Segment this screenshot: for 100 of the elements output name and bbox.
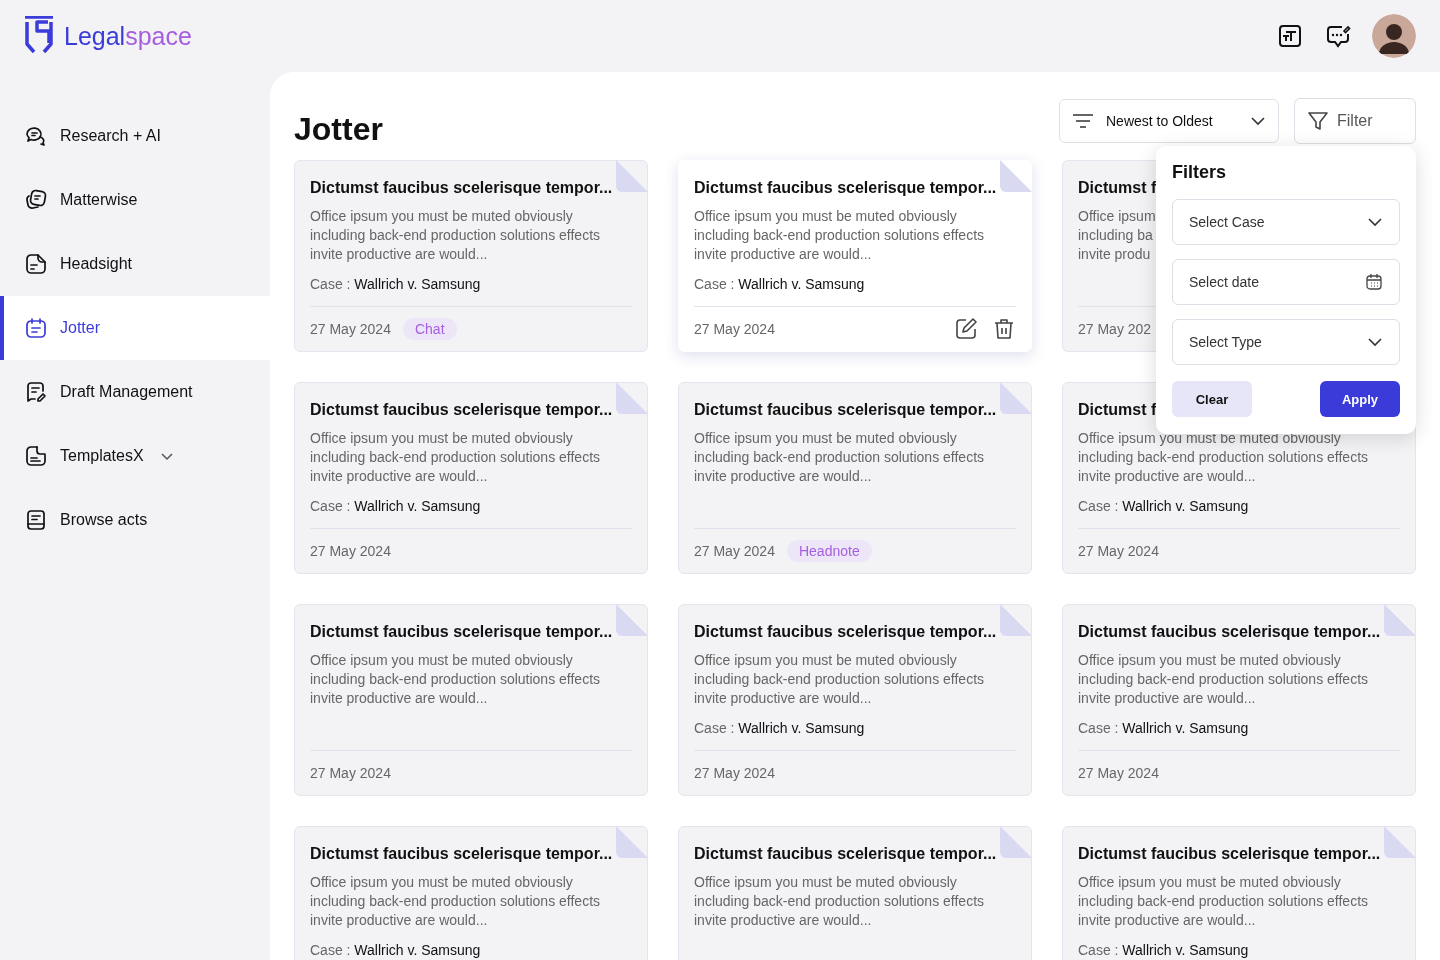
note-text: invite productive are would... [310, 689, 488, 708]
panel-title: Filters [1172, 162, 1228, 183]
nav-item[interactable]: Jotter [0, 296, 270, 360]
chat-bubbles-icon [24, 124, 48, 148]
note-text: including back-end production solutions effects [310, 892, 601, 911]
case-line: Case : Wallrich v. Samsung [1078, 719, 1250, 737]
page-fold [616, 604, 648, 636]
case-line: Case : Wallrich v. Samsung [310, 275, 482, 293]
note-text: invite productive are would... [694, 689, 872, 708]
nav-item[interactable]: Browse acts [0, 488, 270, 552]
note-card[interactable]: Dictumst faucibus scelerisque tempor... Office ipsum you must be muted obviously including back-end production solutions effects invite productive are would... Case : Wallrich v. Samsung 27 May 2024 [294, 382, 648, 574]
note-text: Office ipsum you must be muted obviously [310, 873, 573, 892]
note-text: including back-end production solutions effects [694, 226, 985, 245]
note-date: 27 May 2024 [1078, 543, 1159, 559]
nav-item[interactable]: Draft Management [0, 360, 270, 424]
page-fold [1384, 826, 1416, 858]
apply-button[interactable]: Apply [1320, 381, 1400, 417]
note-text: invite productive are would... [694, 467, 872, 486]
note-card[interactable] [294, 160, 648, 352]
template-icon [24, 444, 48, 468]
note-text: invite productive are would... [310, 245, 488, 264]
note-date: 27 May 2024 [694, 321, 775, 337]
note-text: including back-end production solutions effects [1078, 448, 1369, 467]
note-card[interactable]: Dictumst faucibus scelerisque tempor... Office ipsum you must be muted obviously including back-end production solutions effects invite productive are would... 27 May 2024 Headnote [678, 382, 1032, 574]
note-tag: Chat [402, 318, 457, 340]
note-card[interactable]: Dictumst faucibus scelerisque tempor... Office ipsum you must be muted obviously including back-end production solutions effects invite productive are would... Case : Wallrich v. Samsung [1062, 826, 1416, 960]
note-text: including back-end production solutions effects [1078, 670, 1369, 689]
note-cards-icon [24, 188, 48, 212]
note-text: invite productive are would... [1078, 689, 1256, 708]
note-text: Office ipsum you must be muted obviously [1078, 429, 1341, 448]
document-icon [24, 252, 48, 276]
note-title: Dictumst f [1078, 400, 1157, 420]
delete-icon[interactable] [992, 317, 1016, 341]
case-line: Case : Wallrich v. Samsung [694, 719, 866, 737]
note-text: Office ipsum you must be muted obviously [1078, 651, 1341, 670]
note-title: Dictumst faucibus scelerisque tempor... [310, 844, 613, 864]
page-fold [1384, 604, 1416, 636]
note-date: 27 May 2024 [310, 321, 391, 337]
note-title: Dictumst faucibus scelerisque tempor... [310, 622, 613, 642]
page-fold [1000, 160, 1032, 192]
note-text: Office ipsum you must be muted obviously [310, 651, 573, 670]
note-date: 27 May 2024 [1078, 765, 1159, 781]
note-date: 27 May 2024 [694, 543, 775, 559]
case-select[interactable]: Select Case [1172, 199, 1400, 245]
clear-button[interactable]: Clear [1172, 381, 1252, 417]
book-icon [24, 508, 48, 532]
note-text: Office ipsum you must be muted obviously [310, 207, 573, 226]
note-card[interactable]: Dictumst f Office ipsum including ba invite produ 27 May 202 [1062, 160, 1158, 352]
note-text: invite productive are would... [1078, 911, 1256, 930]
date-field[interactable]: Select date [1172, 259, 1400, 305]
sort-dropdown[interactable]: Newest to Oldest [1059, 99, 1279, 143]
filter-button[interactable]: Filter [1294, 98, 1416, 144]
page-fold [616, 826, 648, 858]
page-fold [1000, 382, 1032, 414]
type-select[interactable]: Select Type [1172, 319, 1400, 365]
calendar-note-icon [24, 316, 48, 340]
case-line: Case : Wallrich v. Samsung [1078, 497, 1250, 515]
note-text: Office ipsum you must be muted obviously [694, 207, 957, 226]
edit-icon[interactable] [954, 317, 978, 341]
note-text: invite produ [1078, 245, 1151, 264]
nav-item[interactable]: Research + AI [0, 104, 270, 168]
note-card[interactable]: Dictumst faucibus scelerisque tempor... Office ipsum you must be muted obviously including back-end production solutions effects invite productive are would... Case : Wallrich v. Samsung 27 May 2024 [1062, 604, 1416, 796]
note-text: invite productive are would... [694, 911, 872, 930]
note-text: invite productive are would... [310, 467, 488, 486]
filter-icon [1307, 110, 1329, 132]
note-date: 27 May 202 [1078, 321, 1152, 337]
note-text: including back-end production solutions effects [694, 448, 985, 467]
note-title: Dictumst faucibus scelerisque tempor... [694, 844, 997, 864]
note-title: Dictumst faucibus scelerisque tempor... [310, 178, 613, 198]
note-text: Office ipsum you must be muted obviously [1078, 873, 1341, 892]
note-text: invite productive are would... [1078, 467, 1256, 486]
note-card[interactable]: Dictumst faucibus scelerisque tempor... Office ipsum you must be muted obviously including back-end production solutions effects invite productive are would... Case : Wallrich v. Samsung [294, 826, 648, 960]
note-text: Office ipsum you must be muted obviously [694, 651, 957, 670]
note-card[interactable]: Dictumst faucibus scelerisque tempor... Office ipsum you must be muted obviously including back-end production solutions effects invite productive are would... Case : Wallrich v. Samsung 27 May 2024 [678, 604, 1032, 796]
note-text: including back-end production solutions effects [1078, 892, 1369, 911]
note-title: Dictumst faucibus scelerisque tempor... [694, 622, 997, 642]
note-date: 27 May 2024 [310, 765, 391, 781]
note-text: including back-end production solutions effects [694, 670, 985, 689]
note-text: including back-end production solutions effects [694, 892, 985, 911]
nav-item[interactable]: Matterwise [0, 168, 270, 232]
page-title: Jotter [294, 110, 383, 148]
avatar[interactable] [1372, 14, 1416, 58]
nav-item[interactable]: TemplatesX [0, 424, 270, 488]
note-date: 27 May 2024 [694, 765, 775, 781]
nav-item[interactable]: Headsight [0, 232, 270, 296]
note-tag: Headnote [786, 540, 872, 562]
note-card[interactable]: Dictumst faucibus scelerisque tempor... Office ipsum you must be muted obviously including back-end production solutions effects invite productive are would... 27 May 2024 [294, 604, 648, 796]
text-size-icon[interactable] [1276, 22, 1304, 50]
note-card[interactable]: Dictumst faucibus scelerisque tempor... Office ipsum you must be muted obviously including back-end production solutions effects invite productive are would... Case : Wallrich v. Samsung 27 May 2024 [678, 160, 1032, 352]
note-date: 27 May 2024 [310, 543, 391, 559]
page-fold [1000, 826, 1032, 858]
note-text: including ba [1078, 226, 1153, 245]
note-card[interactable]: Dictumst faucibus scelerisque tempor... Office ipsum you must be muted obviously including back-end production solutions effects invite productive are would... [678, 826, 1032, 960]
note-text: Office ipsum you must be muted obviously [694, 873, 957, 892]
note-text: Office ipsum [1078, 207, 1156, 226]
note-title: Dictumst faucibus scelerisque tempor... [1078, 622, 1381, 642]
note-title: Dictumst f [1078, 178, 1157, 198]
case-line: Case : Wallrich v. Samsung [1078, 941, 1250, 959]
note-text: invite productive are would... [694, 245, 872, 264]
note-title: Dictumst faucibus scelerisque tempor... [694, 178, 997, 198]
